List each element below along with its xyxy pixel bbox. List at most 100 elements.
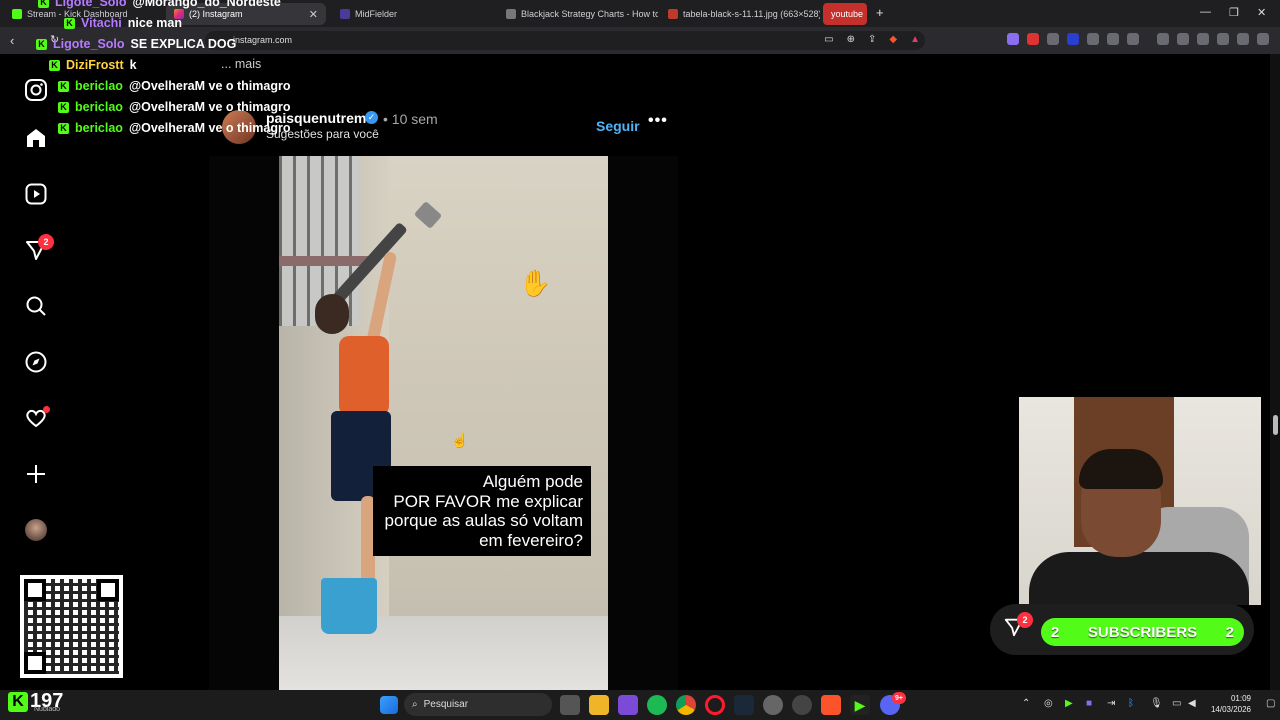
system-clock[interactable]: 01:09 14/03/2026 bbox=[1205, 693, 1251, 715]
explore-compass-icon[interactable] bbox=[22, 348, 50, 376]
caption-line: porque as aulas só voltam bbox=[384, 511, 583, 530]
app-icon[interactable] bbox=[618, 695, 638, 715]
chrome-icon[interactable] bbox=[676, 695, 696, 715]
notifications-icon[interactable]: ▢ bbox=[1266, 698, 1275, 709]
create-plus-icon[interactable] bbox=[22, 460, 50, 488]
puzzle-icon[interactable] bbox=[1107, 33, 1119, 45]
kick-badge-icon: K bbox=[58, 101, 69, 113]
chat-text: @Morango_do_Nordeste bbox=[132, 0, 281, 9]
tab-youtube[interactable]: youtube bbox=[823, 3, 867, 25]
task-view-icon[interactable] bbox=[560, 695, 580, 715]
qr-finder bbox=[24, 652, 46, 674]
tray-app-icon[interactable]: ◎ bbox=[1044, 698, 1053, 709]
webcam-hair bbox=[1079, 449, 1163, 489]
hammer-head bbox=[413, 200, 443, 230]
microphone-icon[interactable]: 🎙 bbox=[1150, 698, 1163, 709]
scrollbar-thumb[interactable] bbox=[1273, 415, 1278, 435]
gift-badge: 2 bbox=[1017, 612, 1033, 628]
search-icon[interactable] bbox=[22, 292, 50, 320]
maximize-icon[interactable]: ❐ bbox=[1229, 6, 1239, 19]
extension-icon[interactable] bbox=[1027, 33, 1039, 45]
handprint-icon: ✋ bbox=[519, 268, 552, 298]
search-icon: ⌕ bbox=[412, 699, 418, 710]
extension-icon[interactable] bbox=[1047, 33, 1059, 45]
subscribers-count-left: 2 bbox=[1051, 623, 1060, 641]
music-icon[interactable] bbox=[1157, 33, 1169, 45]
chat-text: SE EXPLICA DOG bbox=[130, 37, 237, 51]
new-tab-button[interactable]: + bbox=[876, 5, 884, 20]
tab-midfielder[interactable]: MidFielder bbox=[332, 3, 492, 25]
see-more-link[interactable]: ... mais bbox=[221, 57, 261, 71]
follow-button[interactable]: Seguir bbox=[596, 118, 640, 134]
chat-username: Ligote_Solo bbox=[53, 37, 125, 51]
cast-icon[interactable]: ▭ bbox=[824, 34, 833, 45]
webcam-body bbox=[1029, 552, 1249, 605]
chat-message: K Ligote_Solo SE EXPLICA DOG bbox=[36, 37, 236, 51]
mouse-cursor-icon: ☝ bbox=[451, 432, 469, 448]
opera-icon[interactable] bbox=[705, 695, 725, 715]
clock-time: 01:09 bbox=[1230, 694, 1251, 703]
chat-message: K bericlao @OvelheraM ve o thimagro bbox=[58, 79, 290, 93]
extension-icon[interactable] bbox=[1087, 33, 1099, 45]
chat-message: K bericlao @OvelheraM ve o thimagro bbox=[58, 100, 290, 114]
file-explorer-icon[interactable] bbox=[589, 695, 609, 715]
tray-chevron-icon[interactable]: ⌃ bbox=[1022, 698, 1030, 709]
wallet-icon[interactable] bbox=[1197, 33, 1209, 45]
share-icon[interactable]: ⇪ bbox=[868, 34, 876, 45]
tab-tabela-image[interactable]: tabela-black-s-11.11.jpg (663×528) bbox=[660, 3, 820, 25]
network-icon[interactable]: ▭ bbox=[1172, 698, 1181, 709]
kid-head bbox=[315, 294, 349, 334]
chat-message: K Vitachi nice man bbox=[64, 16, 182, 30]
extension-icons bbox=[1007, 33, 1269, 45]
page-scrollbar[interactable] bbox=[1270, 54, 1280, 690]
brave-icon[interactable] bbox=[821, 695, 841, 715]
tray-app-icon[interactable]: ⇥ bbox=[1107, 698, 1115, 709]
tray-app-icon[interactable]: ■ bbox=[1086, 698, 1092, 709]
app-icon[interactable] bbox=[792, 695, 812, 715]
menu-icon[interactable] bbox=[1257, 33, 1269, 45]
chat-username: Ligote_Solo bbox=[55, 0, 127, 9]
taskbar-search[interactable]: ⌕ Pesquisar bbox=[404, 693, 552, 716]
post-more-options-icon[interactable]: ••• bbox=[648, 112, 668, 130]
brave-shield-icon[interactable]: ◆ bbox=[889, 34, 897, 45]
extension-icon[interactable] bbox=[1127, 33, 1139, 45]
weather-label: Nublado bbox=[34, 706, 61, 713]
leo-icon[interactable] bbox=[1217, 33, 1229, 45]
app-icon[interactable] bbox=[763, 695, 783, 715]
sidebar-icon[interactable] bbox=[1177, 33, 1189, 45]
volume-icon[interactable]: ◀ bbox=[1188, 698, 1196, 709]
tray-kick-icon[interactable]: ▶ bbox=[1065, 698, 1073, 709]
steam-icon[interactable] bbox=[734, 695, 754, 715]
chat-text: @OvelheraM ve o thimagro bbox=[128, 100, 291, 114]
kick-app-icon[interactable]: ▶ bbox=[850, 695, 870, 715]
vpn-icon[interactable] bbox=[1237, 33, 1249, 45]
subscribers-pill: 2 SUBSCRIBERS 2 bbox=[1041, 618, 1244, 646]
minimize-icon[interactable]: — bbox=[1200, 6, 1211, 18]
reels-icon[interactable] bbox=[22, 180, 50, 208]
chat-text: @OvelheraM ve o thimagro bbox=[128, 121, 291, 135]
extension-icon[interactable] bbox=[1067, 33, 1079, 45]
windows-start-icon[interactable] bbox=[380, 696, 398, 714]
blackjack-favicon-icon bbox=[506, 9, 516, 19]
chat-username: DiziFrostt bbox=[66, 58, 124, 72]
extension-icon[interactable] bbox=[1007, 33, 1019, 45]
brave-rewards-icon[interactable]: ▲ bbox=[910, 34, 920, 45]
chat-username: bericlao bbox=[75, 79, 123, 93]
zoom-icon[interactable]: ⊕ bbox=[847, 34, 855, 45]
screen: Stream - Kick Dashboard (2) Instagram ✕ … bbox=[0, 0, 1280, 720]
webcam-overlay bbox=[1019, 397, 1261, 605]
tab-blackjack[interactable]: Blackjack Strategy Charts - How to Pl bbox=[498, 3, 658, 25]
spotify-icon[interactable] bbox=[647, 695, 667, 715]
close-window-icon[interactable]: ✕ bbox=[1257, 6, 1266, 19]
window-ledge bbox=[279, 256, 369, 266]
notification-dot bbox=[43, 406, 50, 413]
post-time: • 10 sem bbox=[383, 111, 438, 127]
post-media[interactable]: ✋ Alguém pode POR FAVOR me explicar porq… bbox=[209, 156, 678, 690]
bluetooth-icon[interactable]: ᛒ bbox=[1128, 698, 1134, 709]
stream-chat-overlay: K Ligote_Solo @Morango_do_Nordeste K Vit… bbox=[0, 0, 330, 140]
bucket bbox=[321, 578, 377, 634]
chat-username: Vitachi bbox=[81, 16, 122, 30]
post-video[interactable]: ✋ Alguém pode POR FAVOR me explicar porq… bbox=[279, 156, 608, 690]
profile-avatar[interactable] bbox=[22, 516, 50, 544]
image-favicon-icon bbox=[668, 9, 678, 19]
